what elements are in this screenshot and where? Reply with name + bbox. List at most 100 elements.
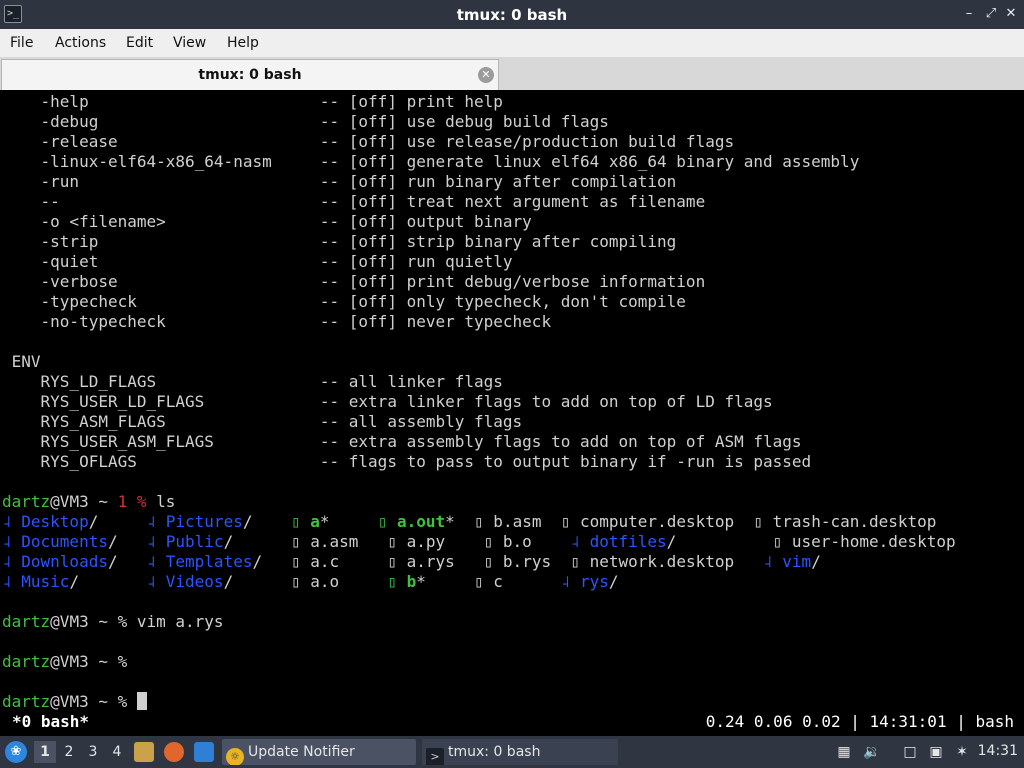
task-label: Update Notifier (248, 744, 355, 760)
bluetooth-icon[interactable]: ✶ (952, 742, 972, 762)
terminal-line: RYS_USER_LD_FLAGS -- extra linker flags … (2, 392, 773, 412)
terminal-text: ˨ (2, 552, 22, 571)
terminal-line: dartz@VM3 ~ % vim a.rys (2, 612, 224, 632)
terminal-text: * ▯ c (416, 572, 561, 591)
terminal-text: dartz (2, 612, 51, 631)
workspace-3[interactable]: 3 (82, 741, 104, 763)
close-icon[interactable]: ✕ (1002, 5, 1020, 23)
terminal-text: -verbose -- [off] print debug/verbose in… (2, 272, 706, 291)
terminal-icon: > (426, 748, 444, 765)
volume-icon[interactable]: 🔉 (862, 742, 882, 762)
terminal-text: -run -- [off] run binary after compilati… (2, 172, 677, 191)
terminal-text: @VM3 ~ % (50, 652, 128, 671)
terminal-line: dartz@VM3 ~ 1 % ls (2, 492, 175, 512)
maximize-icon[interactable]: ⤢ (982, 5, 1000, 23)
terminal-line: -no-typecheck -- [off] never typecheck (2, 312, 552, 332)
firefox-icon[interactable] (164, 742, 184, 762)
terminal-text: Documents (21, 532, 108, 551)
menu-file[interactable]: File (10, 35, 33, 51)
window-titlebar[interactable]: >_ tmux: 0 bash – ⤢ ✕ (0, 0, 1024, 29)
tmux-status-bar: *0 bash* 0.24 0.06 0.02 | 14:31:01 | bas… (0, 710, 1024, 734)
tab-label: tmux: 0 bash (198, 67, 302, 83)
terminal-text: -quiet -- [off] run quietly (2, 252, 513, 271)
update-notifier-icon: ☼ (226, 748, 244, 765)
terminal-text: dartz (2, 692, 51, 711)
terminal-text: Desktop (21, 512, 89, 531)
task-update-notifier[interactable]: ☼ Update Notifier (222, 739, 416, 765)
start-menu-icon[interactable]: ❀ (5, 741, 27, 763)
task-label: tmux: 0 bash (448, 744, 541, 760)
terminal-line: -run -- [off] run binary after compilati… (2, 172, 677, 192)
terminal-text: -debug -- [off] use debug build flags (2, 112, 609, 131)
tmux-status-right: 0.24 0.06 0.02 | 14:31:01 | bash (705, 712, 1014, 731)
network-icon[interactable]: ▣ (926, 742, 946, 762)
terminal-text: RYS_OFLAGS -- flags to pass to output bi… (2, 452, 812, 471)
workspace-4[interactable]: 4 (106, 741, 128, 763)
terminal-text: ˨ (146, 552, 166, 571)
terminal-text: Music (21, 572, 70, 591)
task-terminal[interactable]: > tmux: 0 bash (422, 739, 618, 765)
minimize-icon[interactable]: – (960, 5, 978, 23)
menu-actions[interactable]: Actions (55, 35, 106, 51)
clipboard-icon[interactable]: □ (900, 742, 920, 762)
terminal-line: -release -- [off] use release/production… (2, 132, 735, 152)
terminal-text: Pictures (165, 512, 243, 531)
terminal-text: b (406, 572, 417, 591)
terminal-text: ˨ (2, 512, 22, 531)
tray-app-icon[interactable]: ▦ (834, 742, 854, 762)
workspace-1[interactable]: 1 (34, 741, 56, 763)
terminal-line: -verbose -- [off] print debug/verbose in… (2, 272, 706, 292)
file-manager-icon[interactable] (134, 742, 154, 762)
terminal-text: ˨ (763, 552, 783, 571)
terminal-line: dartz@VM3 ~ % (2, 692, 147, 712)
terminal-text: % (136, 492, 147, 511)
tab-close-icon[interactable]: ✕ (478, 67, 494, 83)
terminal-line: -strip -- [off] strip binary after compi… (2, 232, 677, 252)
terminal-line: dartz@VM3 ~ % (2, 652, 127, 672)
tab-bar: tmux: 0 bash ✕ (0, 57, 1024, 90)
menu-help[interactable]: Help (227, 35, 259, 51)
menu-view[interactable]: View (173, 35, 206, 51)
terminal-text: / ▯ a.asm ▯ a.py ▯ b.o (223, 532, 571, 551)
terminal-line: -debug -- [off] use debug build flags (2, 112, 609, 132)
terminal-text: rys (580, 572, 609, 591)
terminal-output[interactable]: -help -- [off] print help -debug -- [off… (0, 90, 1024, 736)
terminal-line: -typecheck -- [off] only typecheck, don'… (2, 292, 686, 312)
terminal-text: RYS_LD_FLAGS -- all linker flags (2, 372, 503, 391)
terminal-text: ▯ (291, 512, 311, 531)
terminal-text: Videos (165, 572, 224, 591)
tmux-window-list[interactable]: *0 bash* (12, 712, 89, 731)
terminal-text: @VM3 ~ (50, 492, 118, 511)
terminal-text: / (88, 512, 147, 531)
terminal-text: / (107, 552, 147, 571)
terminal-text: RYS_USER_LD_FLAGS -- extra linker flags … (2, 392, 773, 411)
terminal-text: ▯ (387, 572, 407, 591)
terminal-text: -strip -- [off] strip binary after compi… (2, 232, 677, 251)
window-title: tmux: 0 bash (456, 6, 568, 24)
terminal-text: * ▯ b.asm ▯ computer.desktop ▯ trash-can… (445, 512, 937, 531)
terminal-text: -typecheck -- [off] only typecheck, don'… (2, 292, 686, 311)
terminal-text: -release -- [off] use release/production… (2, 132, 735, 151)
terminal-line: -quiet -- [off] run quietly (2, 252, 513, 272)
menu-edit[interactable]: Edit (126, 35, 153, 51)
terminal-line: -o <filename> -- [off] output binary (2, 212, 532, 232)
terminal-line: -- -- [off] treat next argument as filen… (2, 192, 706, 212)
workspace-2[interactable]: 2 (58, 741, 80, 763)
terminal-text: -linux-elf64-x86_64-nasm -- [off] genera… (2, 152, 860, 171)
desktop-icon[interactable] (194, 742, 214, 762)
terminal-text: ENV (2, 352, 41, 371)
terminal-text: / ▯ user-home.desktop (666, 532, 956, 551)
terminal-text: @VM3 ~ % (50, 692, 137, 711)
terminal-text: / (811, 552, 821, 571)
terminal-text: ˨ (146, 532, 166, 551)
tab-tmux[interactable]: tmux: 0 bash ✕ (1, 59, 499, 90)
terminal-text: dotfiles (589, 532, 667, 551)
terminal-text: ▯ (377, 512, 397, 531)
terminal-text: Downloads (21, 552, 108, 571)
terminal-line: ˨ Music/ ˨ Videos/ ▯ a.o ▯ b* ▯ c ˨ rys/ (2, 572, 619, 592)
terminal-text: / (242, 512, 291, 531)
terminal-text: ˨ (2, 572, 22, 591)
taskbar: ❀ 1 2 3 4 ☼ Update Notifier > tmux: 0 bash… (0, 736, 1024, 768)
terminal-text: / (608, 572, 619, 591)
terminal-text: 1 (117, 492, 128, 511)
